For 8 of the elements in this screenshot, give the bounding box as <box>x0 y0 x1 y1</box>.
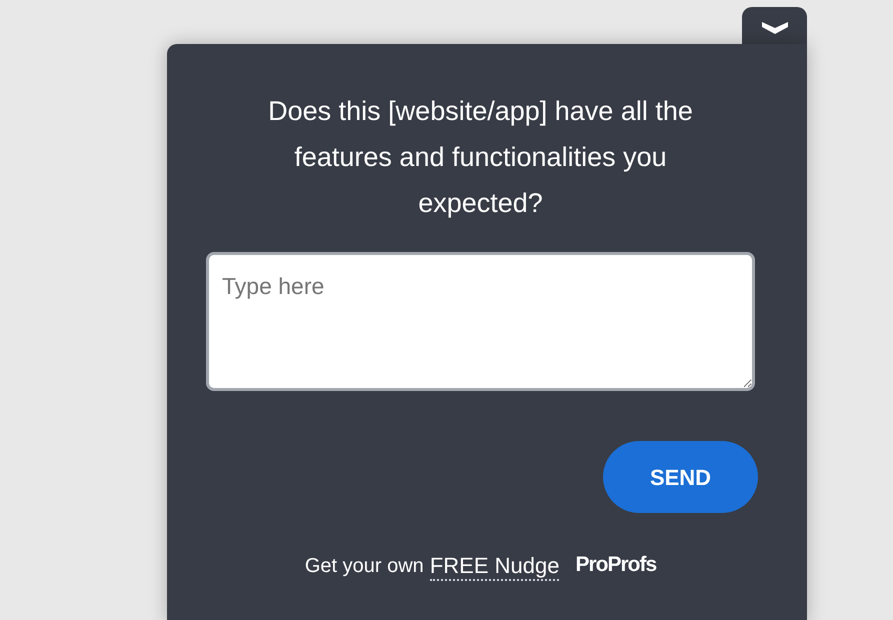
brand-logo: ProProfs <box>575 552 656 578</box>
collapse-tab[interactable] <box>742 7 807 44</box>
send-button[interactable]: SEND <box>603 441 758 513</box>
free-nudge-link[interactable]: FREE Nudge <box>430 552 560 580</box>
chevron-down-icon <box>762 22 788 34</box>
question-text: Does this [website/app] have all the features and functionalities you expected? <box>267 95 694 220</box>
input-field[interactable]: Type here <box>206 252 755 391</box>
footer-text: Get your own <box>304 554 424 578</box>
